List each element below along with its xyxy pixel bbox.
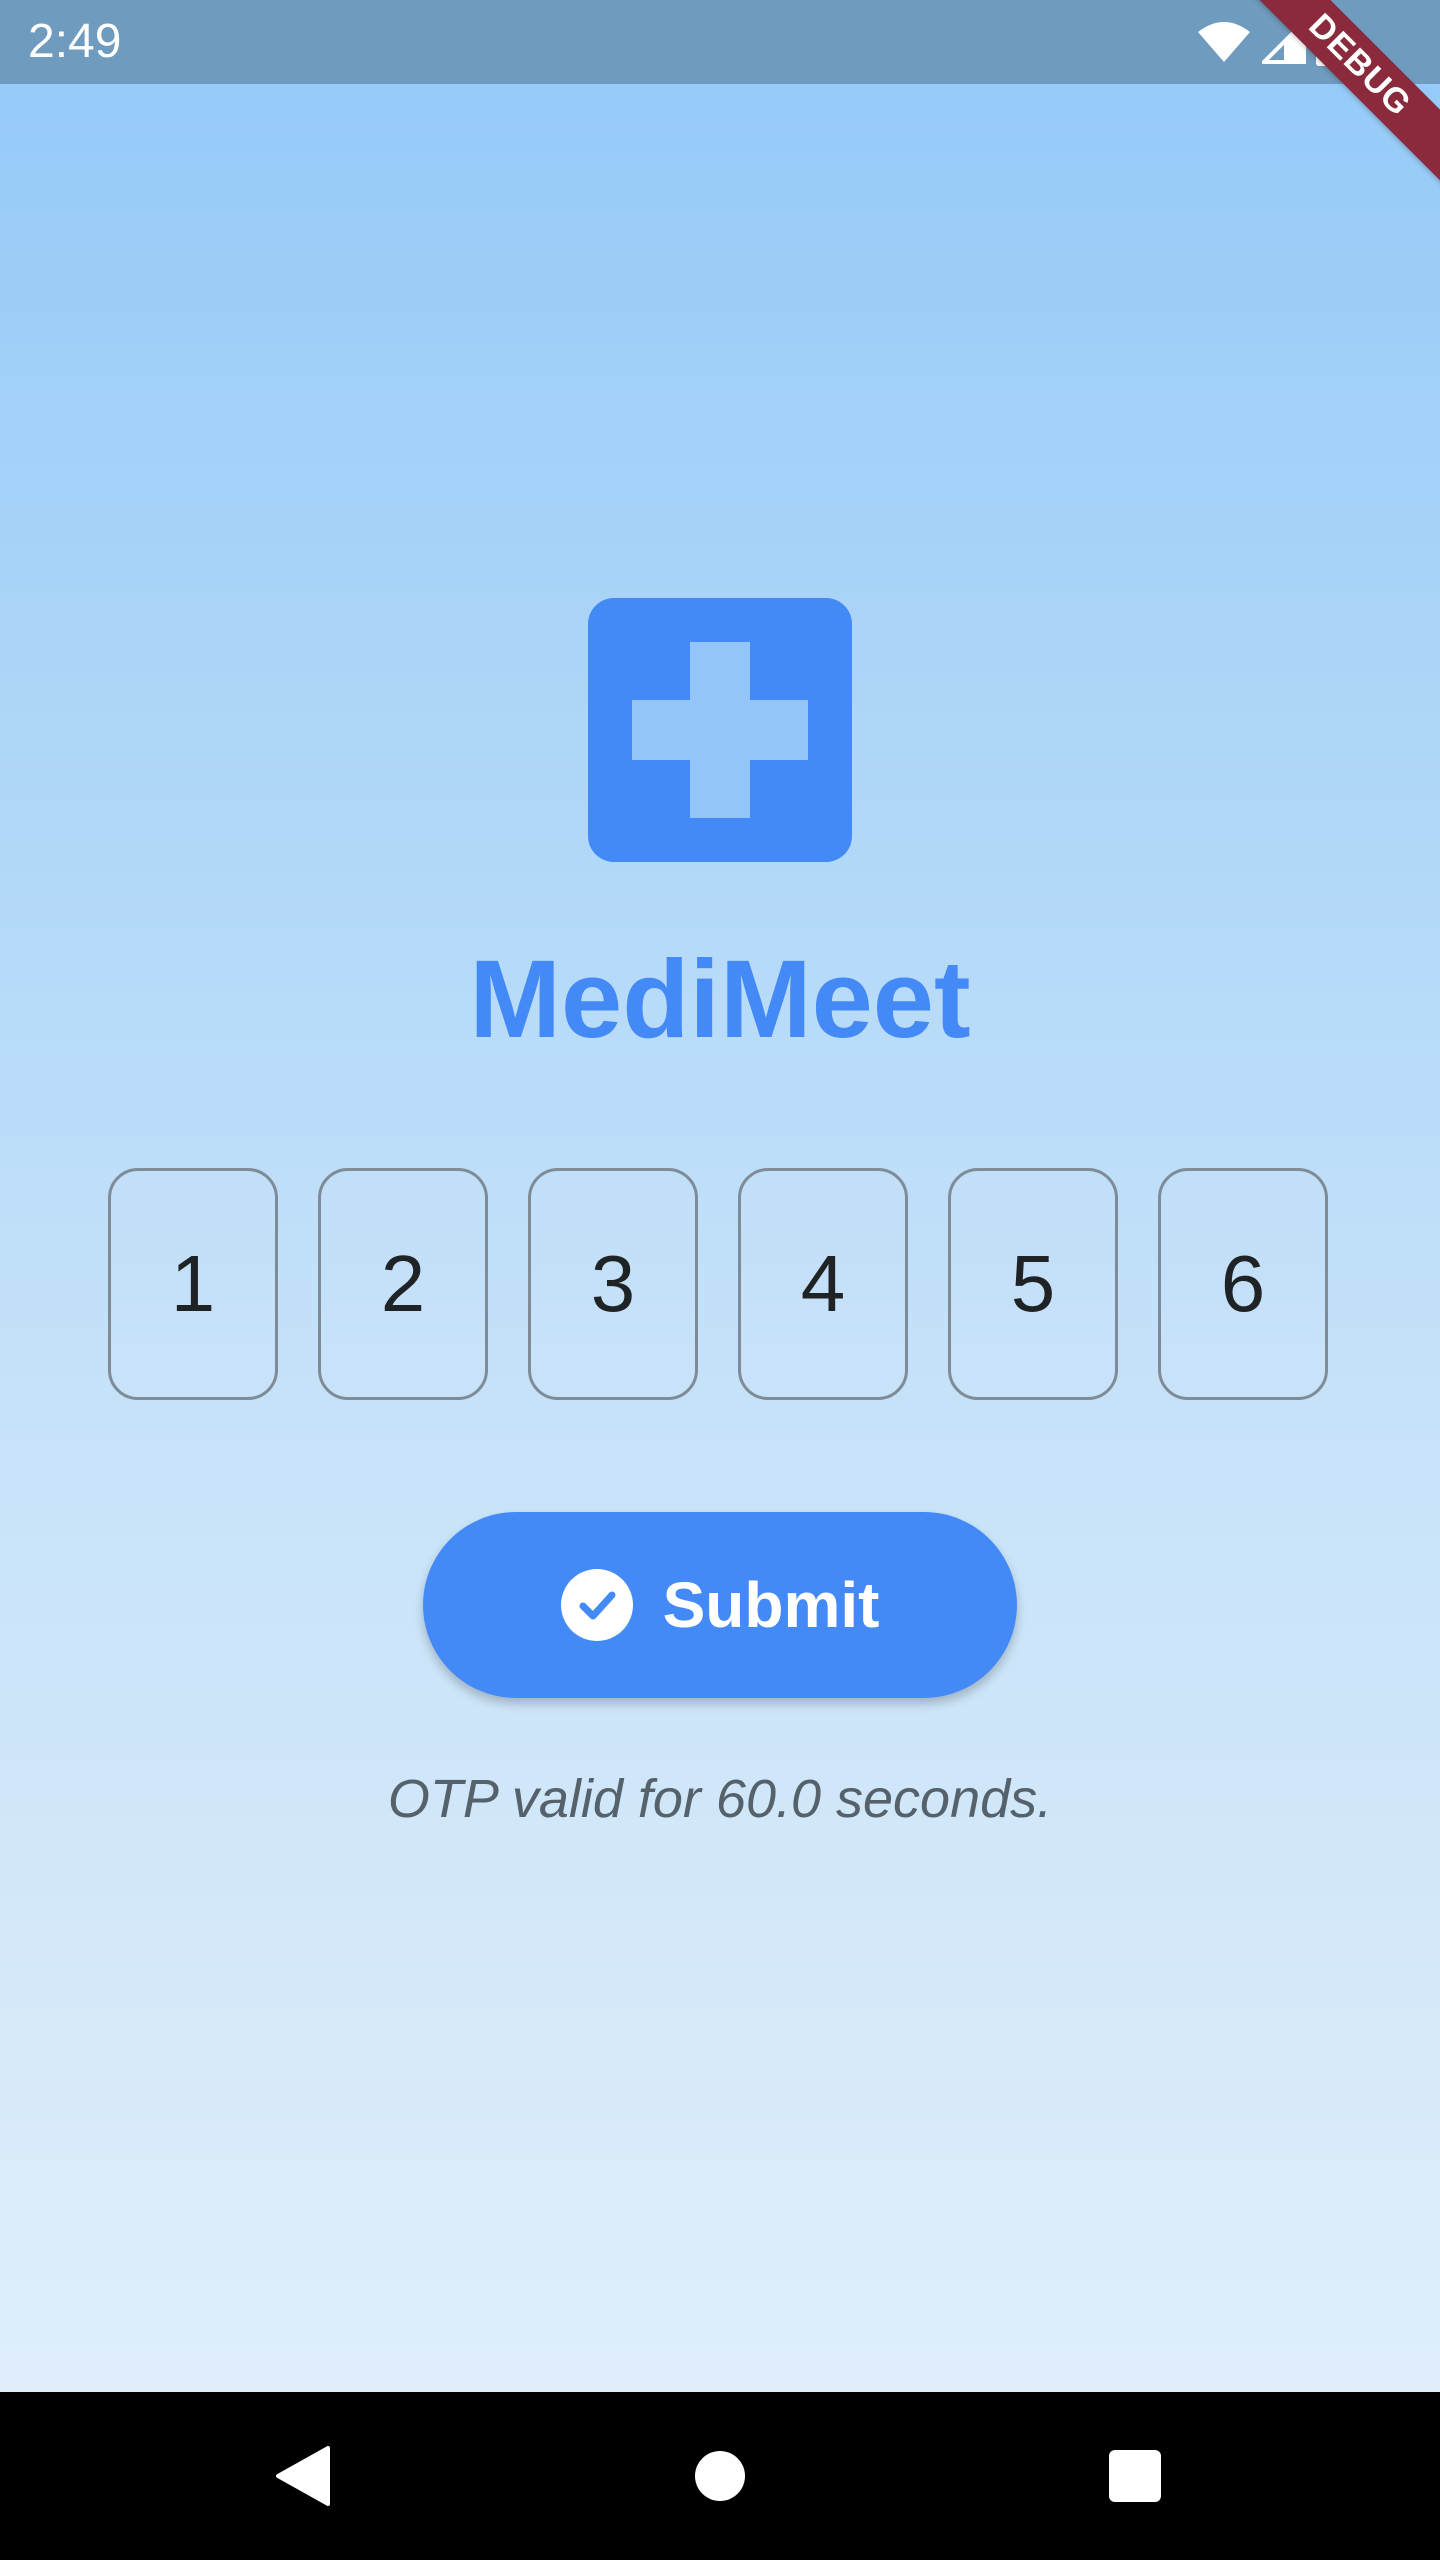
check-circle-icon	[560, 1569, 633, 1641]
home-icon[interactable]	[695, 2451, 745, 2501]
status-time: 2:49	[28, 15, 122, 68]
logo-cross-horizontal	[632, 700, 808, 760]
submit-button[interactable]: Submit	[423, 1512, 1017, 1698]
otp-input-row: 1 2 3 4 5 6	[0, 1168, 1440, 1404]
recents-icon[interactable]	[1109, 2450, 1161, 2502]
status-bar: 2:49	[0, 0, 1440, 84]
otp-digit-2[interactable]: 2	[318, 1168, 488, 1400]
navigation-bar	[0, 2392, 1440, 2560]
otp-digit-5[interactable]: 5	[948, 1168, 1118, 1400]
back-icon[interactable]	[274, 2446, 330, 2506]
otp-screen: 2:49 DEBUG MediMeet 1 2 3 4 5 6 Submit O…	[0, 0, 1440, 2560]
otp-digit-3[interactable]: 3	[528, 1168, 698, 1400]
wifi-icon	[1198, 22, 1250, 62]
otp-digit-1[interactable]: 1	[108, 1168, 278, 1400]
otp-validity-note: OTP valid for 60.0 seconds.	[387, 1769, 1053, 1829]
otp-digit-6[interactable]: 6	[1158, 1168, 1328, 1400]
otp-digit-4[interactable]: 4	[738, 1168, 908, 1400]
medical-cross-icon	[588, 598, 852, 862]
app-title: MediMeet	[469, 938, 971, 1061]
submit-label: Submit	[662, 1569, 880, 1641]
